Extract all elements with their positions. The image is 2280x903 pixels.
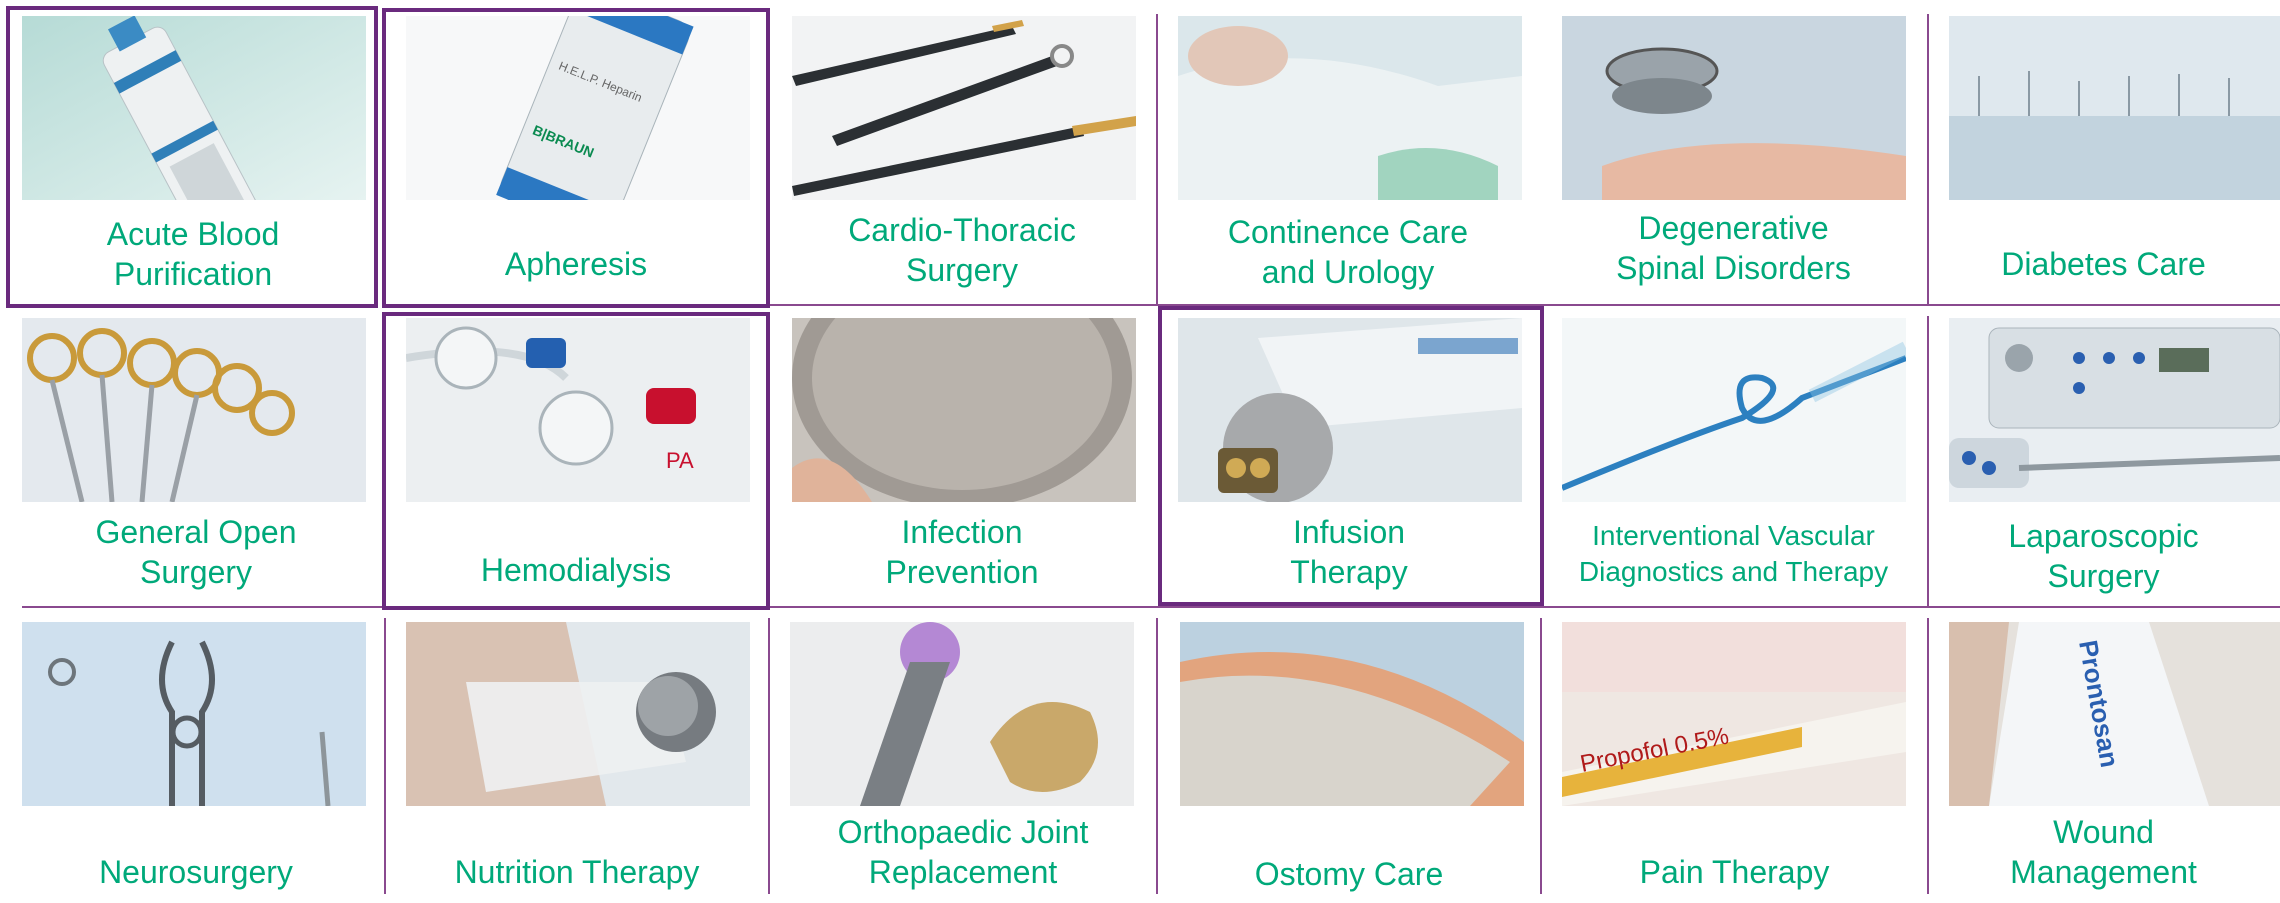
tile-label-line: Infection <box>901 514 1023 550</box>
tile-label-line: Purification <box>113 256 273 292</box>
tile-label-line: Neurosurgery <box>99 854 293 890</box>
tile-interventional-vascular[interactable]: Interventional Vascular Diagnostics and … <box>1540 310 1927 608</box>
ostomy-bag-image <box>1180 622 1524 806</box>
tile-label: Degenerative Spinal Disorders <box>1540 208 1927 288</box>
tile-label-line: Ostomy Care <box>1254 856 1444 892</box>
tile-infection-prevention[interactable]: Infection Prevention <box>768 310 1156 608</box>
tile-label: Wound Management <box>1927 812 2280 892</box>
therapy-area-grid: Acute Blood Purification H.E.L.P. Hepari… <box>0 0 2280 903</box>
tile-label: Cardio-Thoracic Surgery <box>768 210 1156 290</box>
tile-label-line: Wound <box>2053 814 2154 850</box>
tile-laparoscopic-surgery[interactable]: Laparoscopic Surgery <box>1927 310 2280 608</box>
needles-image <box>1949 16 2280 200</box>
dialysis-filters-image: PA <box>406 318 750 502</box>
tile-label: Hemodialysis <box>384 550 768 590</box>
tile-neurosurgery[interactable]: Neurosurgery <box>8 612 384 903</box>
tile-label: Pain Therapy <box>1542 852 1927 892</box>
tile-infusion-therapy[interactable]: Infusion Therapy <box>1156 308 1542 608</box>
tile-label: Interventional Vascular Diagnostics and … <box>1540 518 1927 590</box>
tile-continence-care-and-urology[interactable]: Continence Care and Urology <box>1156 8 1540 306</box>
tile-label-line: Laparoscopic <box>2008 518 2199 554</box>
neuro-clips-image <box>22 622 366 806</box>
laparoscopy-device-image <box>1949 318 2280 502</box>
tile-label-line: Diagnostics and Therapy <box>1578 556 1889 587</box>
tile-label: Infection Prevention <box>768 512 1156 592</box>
scissors-image <box>22 318 366 502</box>
tile-label-line: General Open <box>95 514 297 550</box>
tile-label-line: Nutrition Therapy <box>454 854 700 890</box>
infusion-bag-image <box>1178 318 1522 502</box>
tile-label-line: Hemodialysis <box>480 552 672 588</box>
tile-label-line: Acute Blood <box>106 216 280 252</box>
tile-acute-blood-purification[interactable]: Acute Blood Purification <box>8 8 378 306</box>
tile-apheresis[interactable]: H.E.L.P. Heparin B|BRAUN Apheresis <box>384 8 768 306</box>
tile-label: Ostomy Care <box>1158 854 1540 894</box>
tile-label-line: Orthopaedic Joint <box>837 814 1089 850</box>
tag-text: PA <box>666 448 694 473</box>
tile-label: Infusion Therapy <box>1156 512 1542 592</box>
tile-general-open-surgery[interactable]: General Open Surgery <box>8 310 384 608</box>
tile-label-line: Degenerative <box>1638 210 1829 246</box>
tile-degenerative-spinal-disorders[interactable]: Degenerative Spinal Disorders <box>1540 8 1927 306</box>
blood-filter-image <box>22 16 366 200</box>
tile-label-line: Pain Therapy <box>1639 854 1830 890</box>
joint-implant-image <box>790 622 1134 806</box>
tile-label: Diabetes Care <box>1927 244 2280 284</box>
surgical-instruments-image <box>792 16 1136 200</box>
tile-label-line: Continence Care <box>1227 214 1469 250</box>
wound-solution-image: Prontosan <box>1949 622 2280 806</box>
nutrition-bag-image <box>406 622 750 806</box>
tile-label: Laparoscopic Surgery <box>1927 516 2280 596</box>
tile-label: Apheresis <box>384 244 768 284</box>
propofol-syringe-image: Propofol 0.5% <box>1562 622 1906 806</box>
tile-label-line: Management <box>2010 854 2197 890</box>
tile-label-line: Apheresis <box>504 246 648 282</box>
tile-label-line: Infusion <box>1292 514 1406 550</box>
tile-label: General Open Surgery <box>8 512 384 592</box>
tile-diabetes-care[interactable]: Diabetes Care <box>1927 8 2280 306</box>
tile-label-line: Diabetes Care <box>2001 246 2206 282</box>
tile-pain-therapy[interactable]: Propofol 0.5% Pain Therapy <box>1542 612 1927 903</box>
tile-label-line: Surgery <box>905 252 1019 288</box>
tile-label-line: Spinal Disorders <box>1616 250 1851 286</box>
tile-label-line: Replacement <box>868 854 1058 890</box>
tile-nutrition-therapy[interactable]: Nutrition Therapy <box>386 612 768 903</box>
spinal-implant-image <box>1562 16 1906 200</box>
tile-label: Orthopaedic Joint Replacement <box>770 812 1156 892</box>
tile-label-line: Surgery <box>139 554 253 590</box>
tile-ostomy-care[interactable]: Ostomy Care <box>1158 612 1540 903</box>
tile-label-line: Therapy <box>1290 554 1408 590</box>
tile-label: Neurosurgery <box>8 852 384 892</box>
tile-wound-management[interactable]: Prontosan Wound Management <box>1927 612 2280 903</box>
dish-image <box>792 318 1136 502</box>
tile-label: Continence Care and Urology <box>1156 212 1540 292</box>
tile-label: Nutrition Therapy <box>386 852 768 892</box>
heparin-filter-image: H.E.L.P. Heparin B|BRAUN <box>406 16 750 200</box>
tile-label-line: Prevention <box>885 554 1039 590</box>
tile-label-line: Interventional Vascular <box>1592 520 1875 551</box>
tile-label-line: Cardio-Thoracic <box>848 212 1076 248</box>
tile-cardio-thoracic-surgery[interactable]: Cardio-Thoracic Surgery <box>768 8 1156 306</box>
tile-label-line: Surgery <box>2047 558 2160 594</box>
tile-label-line: and Urology <box>1261 254 1435 290</box>
tile-label: Acute Blood Purification <box>8 214 378 294</box>
tile-hemodialysis[interactable]: PA Hemodialysis <box>384 310 768 610</box>
urology-bag-image <box>1178 16 1522 200</box>
catheter-image <box>1562 318 1906 502</box>
tile-orthopaedic-joint-replacement[interactable]: Orthopaedic Joint Replacement <box>770 612 1156 903</box>
